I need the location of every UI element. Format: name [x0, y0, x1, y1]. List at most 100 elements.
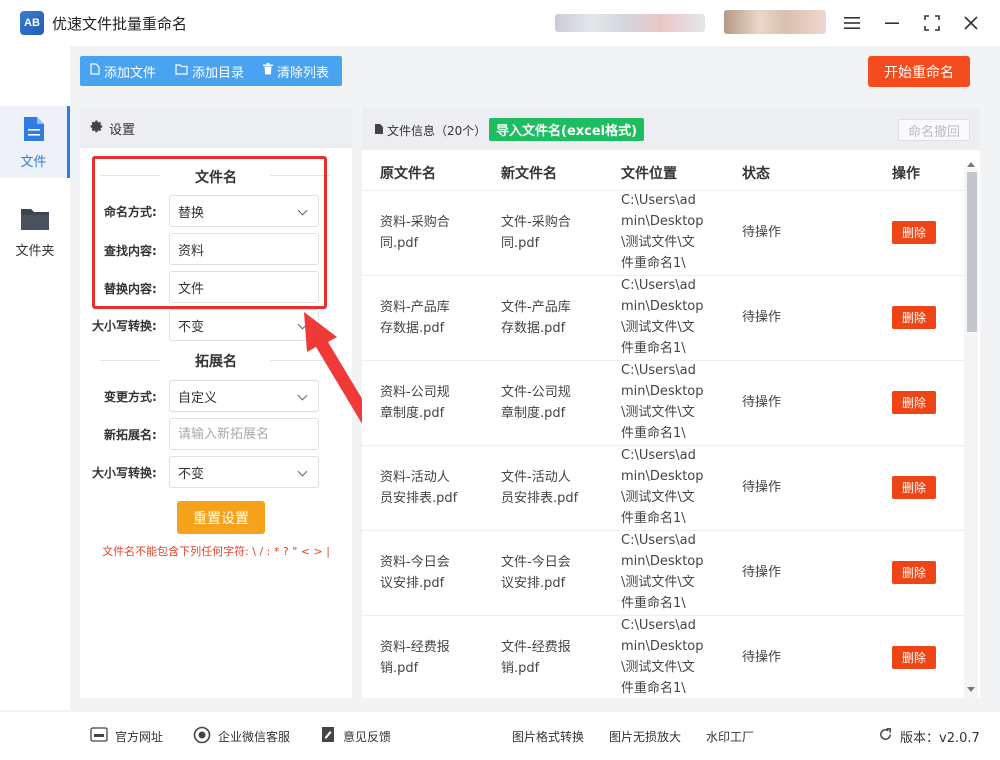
settings-title: 设置 [109, 122, 136, 138]
maximize-icon[interactable] [917, 8, 947, 38]
nav-item-folder[interactable]: 文件夹 [0, 196, 70, 268]
close-icon[interactable] [956, 8, 986, 38]
feedback-label: 意见反馈 [343, 729, 392, 744]
feedback-icon [320, 726, 343, 746]
new-extension-label: 新拓展名: [104, 428, 157, 442]
cell-line: 件重命名1\ [621, 596, 686, 611]
table-row[interactable]: 资料-今日会 议安排.pdf 文件-今日会 议安排.pdf C:\Users\ad min… [362, 530, 964, 615]
start-rename-button[interactable]: 开始重命名 [868, 56, 970, 87]
cell-line: 件重命名1\ [621, 256, 686, 271]
cell-line: \测试文件\文 [621, 405, 695, 420]
image-enlarge-link[interactable]: 图片无损放大 [609, 712, 681, 760]
cell-line: 员安排表.pdf [501, 491, 579, 506]
find-content-field[interactable] [169, 233, 319, 265]
chat-icon [193, 726, 218, 747]
table-row[interactable]: 资料-产品库 存数据.pdf 文件-产品库 存数据.pdf C:\Users\ad min… [362, 275, 964, 360]
original-name-cell: 资料-产品库 存数据.pdf [380, 297, 476, 339]
change-mode-value: 自定义 [178, 390, 218, 406]
scroll-down-icon[interactable] [967, 687, 975, 692]
find-content-label: 查找内容: [104, 244, 157, 258]
watermark-link[interactable]: 水印工厂 [706, 712, 754, 760]
new-extension-input[interactable] [178, 426, 308, 442]
location-cell: C:\Users\ad min\Desktop \测试文件\文 件重命名1\ [621, 445, 705, 529]
cell-line: 资料-今日会 [380, 555, 450, 570]
website-link[interactable]: 官方网址 [90, 712, 163, 760]
status-cell: 待操作 [742, 565, 782, 580]
clear-list-button[interactable]: 清除列表 [253, 56, 338, 86]
original-name-cell: 资料-公司规 章制度.pdf [380, 382, 476, 424]
new-name-cell: 文件-产品库 存数据.pdf [501, 297, 597, 339]
cell-line: C:\Users\ad [621, 278, 696, 293]
scroll-thumb[interactable] [967, 172, 977, 332]
ext-case-conversion-select[interactable]: 不变 [169, 456, 319, 488]
version-info[interactable]: 版本：v2.0.7 [878, 712, 980, 760]
settings-header: 设置 [80, 108, 352, 148]
file-list-panel: 文件信息（20个） 导入文件名(excel格式) 命名撤回 原文件名 新文件名 … [362, 108, 980, 698]
add-directory-button[interactable]: 添加目录 [165, 56, 253, 86]
feedback-link[interactable]: 意见反馈 [320, 712, 391, 760]
cell-line: min\Desktop [621, 214, 704, 229]
new-name-cell: 文件-公司规 章制度.pdf [501, 382, 597, 424]
delete-button[interactable]: 删除 [892, 221, 936, 244]
column-original-name: 原文件名 [380, 166, 436, 182]
naming-mode-label: 命名方式: [104, 205, 157, 219]
naming-mode-select[interactable]: 替换 [169, 195, 319, 227]
reset-settings-button[interactable]: 重置设置 [177, 501, 265, 534]
image-convert-link[interactable]: 图片格式转换 [512, 712, 584, 760]
cell-line: 件重命名1\ [621, 341, 686, 356]
ext-case-conversion-value: 不变 [178, 466, 205, 482]
cell-line: 文件-采购合 [501, 215, 571, 230]
minimize-icon[interactable] [877, 8, 907, 38]
location-cell: C:\Users\ad min\Desktop \测试文件\文 件重命名1\ [621, 530, 705, 614]
replace-content-input[interactable] [178, 279, 308, 295]
cell-line: 章制度.pdf [501, 406, 566, 421]
cell-line: \测试文件\文 [621, 660, 695, 675]
cell-line: C:\Users\ad [621, 618, 696, 633]
status-cell: 待操作 [742, 225, 782, 240]
table-row[interactable]: 资料-采购合 同.pdf 文件-采购合 同.pdf C:\Users\ad min\Des… [362, 190, 964, 275]
nav-item-file[interactable]: 文件 [0, 106, 70, 178]
replace-content-field[interactable] [169, 271, 319, 303]
add-file-button[interactable]: 添加文件 [80, 56, 165, 86]
delete-button[interactable]: 删除 [892, 646, 936, 669]
cell-line: 销.pdf [380, 661, 419, 676]
wechat-service-link[interactable]: 企业微信客服 [193, 712, 290, 760]
delete-button[interactable]: 删除 [892, 476, 936, 499]
table-row[interactable]: 资料-公司规 章制度.pdf 文件-公司规 章制度.pdf C:\Users\ad min… [362, 360, 964, 445]
cell-line: C:\Users\ad [621, 363, 696, 378]
delete-button[interactable]: 删除 [892, 306, 936, 329]
find-content-input[interactable] [178, 241, 308, 257]
menu-icon[interactable] [837, 8, 867, 38]
clear-list-label: 清除列表 [277, 65, 330, 81]
cell-line: C:\Users\ad [621, 448, 696, 463]
toolbar: 添加文件 添加目录 清除列表 [80, 56, 342, 86]
add-directory-label: 添加目录 [192, 65, 245, 81]
delete-button[interactable]: 删除 [892, 391, 936, 414]
file-count-label: 文件信息（20个） [387, 124, 487, 138]
delete-button[interactable]: 删除 [892, 561, 936, 584]
scroll-up-icon[interactable] [967, 162, 975, 167]
original-name-cell: 资料-活动人 员安排表.pdf [380, 467, 476, 509]
undo-rename-button[interactable]: 命名撤回 [898, 119, 970, 141]
table-row[interactable]: 资料-活动人 员安排表.pdf 文件-活动人 员安排表.pdf C:\Users\ad m… [362, 445, 964, 530]
cell-line: 文件-今日会 [501, 555, 571, 570]
file-list-header: 文件信息（20个） 导入文件名(excel格式) 命名撤回 [362, 108, 980, 150]
import-excel-button[interactable]: 导入文件名(excel格式) [489, 118, 645, 141]
table-row[interactable]: 资料-经费报 销.pdf 文件-经费报 销.pdf C:\Users\ad min\Des… [362, 615, 964, 698]
cell-line: 同.pdf [380, 236, 419, 251]
ext-case-conversion-label: 大小写转换: [92, 466, 157, 480]
change-mode-label: 变更方式: [104, 390, 157, 404]
new-name-cell: 文件-今日会 议安排.pdf [501, 552, 597, 594]
filename-section-title: 文件名 [195, 170, 237, 186]
naming-mode-value: 替换 [178, 205, 205, 221]
invalid-chars-warning: 文件名不能包含下列任何字符: \ / : * ? " < > | [102, 545, 330, 558]
cell-line: 资料-公司规 [380, 385, 450, 400]
folder-icon [20, 206, 50, 236]
cell-line: 资料-经费报 [380, 640, 450, 655]
cell-line: 文件-经费报 [501, 640, 571, 655]
vertical-scrollbar[interactable] [964, 162, 978, 698]
status-cell: 待操作 [742, 650, 782, 665]
case-conversion-value: 不变 [178, 319, 205, 335]
column-status: 状态 [742, 166, 770, 182]
case-conversion-label: 大小写转换: [92, 319, 157, 333]
